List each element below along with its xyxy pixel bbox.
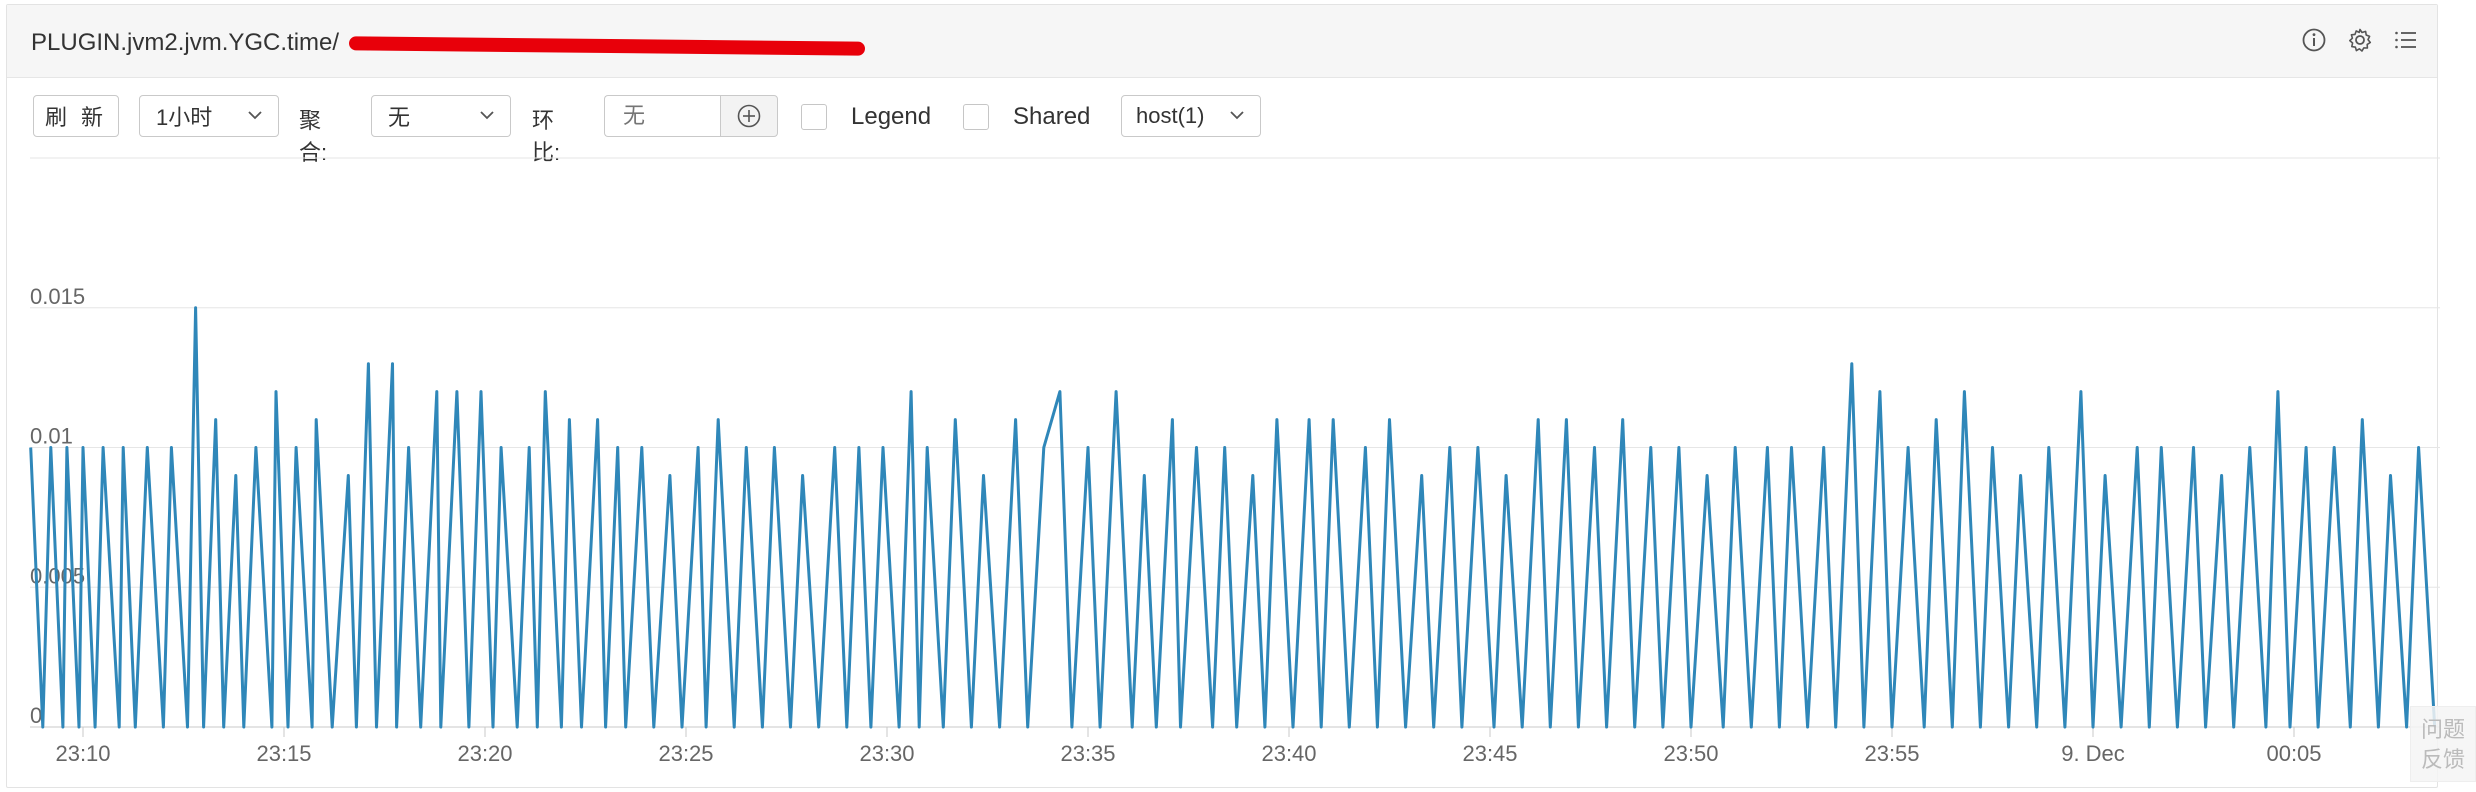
ygc-time-series-line — [29, 306, 2437, 729]
legend-toggle[interactable]: Legend — [801, 103, 931, 131]
list-icon[interactable] — [2393, 27, 2419, 53]
x-tick-label: 23:40 — [1261, 741, 1316, 766]
ygc-time-chart: 00.0050.010.01523:10 23:15 23:20 23:25 23:30… — [29, 157, 2440, 766]
x-tick-label: 23:55 — [1864, 741, 1919, 766]
y-tick-label: 0.01 — [30, 424, 73, 449]
host-select[interactable]: host(1) — [1121, 95, 1261, 137]
x-tick-label: 23:45 — [1462, 741, 1517, 766]
x-tick-label: 00:05 — [2266, 741, 2321, 766]
legend-label: Legend — [851, 103, 932, 130]
time-range-value: 1小时 — [156, 105, 213, 130]
chevron-down-icon — [1230, 111, 1244, 120]
plus-circle-icon — [737, 104, 761, 128]
chevron-down-icon — [248, 111, 262, 120]
x-tick-label: 23:50 — [1663, 741, 1718, 766]
redaction-mark — [348, 36, 866, 56]
time-range-select[interactable]: 1小时 — [139, 95, 279, 137]
panel-header: PLUGIN.jvm2.jvm.YGC.time/ — [7, 5, 2437, 78]
x-tick-label: 23:20 — [457, 741, 512, 766]
aggregation-select[interactable]: 无 — [371, 95, 511, 137]
y-tick-label: 0 — [30, 703, 42, 728]
compare-input[interactable] — [604, 95, 720, 137]
panel-title: PLUGIN.jvm2.jvm.YGC.time/ — [31, 29, 340, 56]
header-actions — [2301, 27, 2419, 53]
x-tick-label: 23:10 — [55, 741, 110, 766]
legend-checkbox[interactable] — [801, 104, 827, 130]
shared-checkbox[interactable] — [963, 104, 989, 130]
feedback-line-1: 问题 — [2420, 717, 2465, 742]
feedback-button[interactable]: 问题 反馈 — [2410, 706, 2476, 782]
x-tick-label: 23:30 — [859, 741, 914, 766]
x-tick-label: 23:35 — [1060, 741, 1115, 766]
feedback-line-2: 反馈 — [2420, 747, 2465, 772]
add-compare-button[interactable] — [720, 95, 778, 137]
x-tick-label: 23:15 — [256, 741, 311, 766]
host-value: host(1) — [1136, 103, 1205, 128]
y-tick-label: 0.015 — [30, 284, 85, 309]
shared-label: Shared — [1013, 103, 1091, 130]
shared-toggle[interactable]: Shared — [963, 103, 1090, 131]
gear-icon[interactable] — [2347, 27, 2373, 53]
aggregation-value: 无 — [388, 105, 411, 130]
chart-area: 0 0.005 0.01 0.015 23:10 23:15 23:20 23:25 23:30… — [0, 156, 2476, 792]
info-icon[interactable] — [2301, 27, 2327, 53]
x-tick-label: 9. Dec — [2061, 741, 2125, 766]
chevron-down-icon — [480, 111, 494, 120]
refresh-button[interactable]: 刷 新 — [33, 95, 119, 137]
x-tick-label: 23:25 — [658, 741, 713, 766]
